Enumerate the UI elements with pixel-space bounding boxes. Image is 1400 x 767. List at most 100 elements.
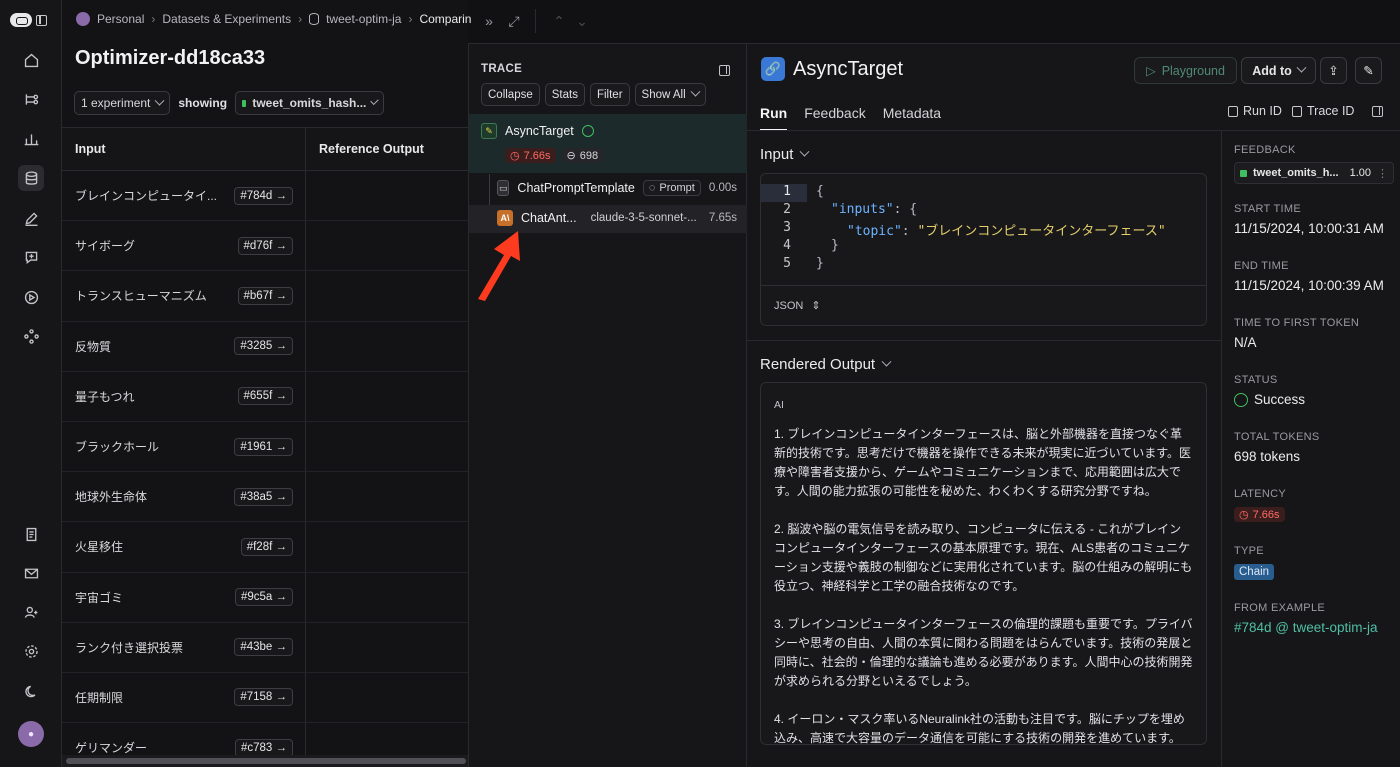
user-avatar[interactable]: ● <box>18 721 44 747</box>
latency-value: 7.66s <box>523 149 551 162</box>
add-to-button[interactable]: Add to <box>1241 57 1316 84</box>
latency-value: 7.66s <box>1252 508 1280 521</box>
run-id-button[interactable]: Run ID <box>1228 104 1282 118</box>
projects-icon[interactable] <box>18 86 44 112</box>
example-id-link[interactable]: #d76f → <box>237 236 293 255</box>
table-row[interactable]: 量子もつれ #655f → <box>62 371 468 422</box>
table-row[interactable]: ランク付き選択投票 #43be → <box>62 622 468 673</box>
arrow-right-icon: → <box>275 540 288 553</box>
table-row[interactable]: 火星移住 #f28f → <box>62 522 468 573</box>
json-punct: : <box>901 224 918 239</box>
next-run-icon[interactable]: ⌄ <box>573 12 591 30</box>
trace-id-button[interactable]: Trace ID <box>1292 104 1354 118</box>
panel-layout-icon[interactable] <box>719 65 730 76</box>
input-section-toggle[interactable]: Input <box>760 146 810 163</box>
example-id-link[interactable]: #1961 → <box>234 437 293 456</box>
arrow-right-icon: → <box>275 239 288 252</box>
filter-button[interactable]: Filter <box>589 83 630 106</box>
type-block: TYPE Chain <box>1234 545 1275 580</box>
feedback-label: FEEDBACK <box>1234 144 1296 156</box>
datasets-icon[interactable] <box>18 165 44 191</box>
annotation-icon[interactable] <box>18 205 44 231</box>
more-icon[interactable]: ⋮ <box>1377 167 1388 180</box>
deployments-icon[interactable] <box>18 323 44 349</box>
langsmith-logo[interactable] <box>10 12 50 28</box>
previous-run-icon[interactable]: ⌃ <box>550 12 568 30</box>
expand-panel-icon[interactable]: » <box>480 12 498 30</box>
table-row[interactable]: ブレインコンピュータイ... #784d → <box>62 171 468 222</box>
table-row[interactable]: 宇宙ゴミ #9c5a → <box>62 572 468 623</box>
reference-output-cell <box>306 573 468 622</box>
output-paragraph: 2. 脳波や脳の電気信号を読み取り、コンピュータに伝える - これがブレインコン… <box>774 522 1193 593</box>
format-select[interactable]: JSON ⇕ <box>761 285 1206 325</box>
mail-icon[interactable] <box>18 560 44 586</box>
arrow-right-icon: → <box>275 440 288 453</box>
table-row[interactable]: サイボーグ #d76f → <box>62 221 468 272</box>
scrollbar-thumb[interactable] <box>66 758 466 764</box>
example-id: #b67f <box>243 289 273 302</box>
playground-icon[interactable] <box>18 284 44 310</box>
example-id-link[interactable]: #38a5 → <box>234 487 293 506</box>
fullscreen-icon[interactable]: ⤢ <box>505 12 523 30</box>
add-user-icon[interactable] <box>18 599 44 625</box>
table-row[interactable]: ブラックホール #1961 → <box>62 421 468 473</box>
example-id-link[interactable]: #3285 → <box>234 337 293 356</box>
example-id-link[interactable]: #9c5a → <box>234 588 293 607</box>
column-header-reference-output[interactable]: Reference Output <box>306 128 468 170</box>
example-id-link[interactable]: #c783 → <box>234 738 293 757</box>
example-id-link[interactable]: #43be → <box>234 638 293 657</box>
output-section-toggle[interactable]: Rendered Output <box>760 356 892 373</box>
input-cell: 反物質 #3285 → <box>62 321 306 371</box>
breadcrumb-workspace[interactable]: Personal <box>97 12 144 26</box>
horizontal-scrollbar[interactable] <box>62 755 468 767</box>
settings-gear-icon[interactable] <box>18 638 44 664</box>
copy-icon <box>1228 105 1238 117</box>
code-line: "topic": "ブレインコンピュータインターフェース" <box>847 220 1166 239</box>
sidebar-toggle-icon[interactable] <box>36 14 47 26</box>
playground-button[interactable]: ▷ Playground <box>1134 57 1237 84</box>
example-id-link[interactable]: #784d → <box>234 186 293 205</box>
tab-metadata[interactable]: Metadata <box>883 105 941 121</box>
input-cell: サイボーグ #d76f → <box>62 221 306 271</box>
collapse-button[interactable]: Collapse <box>481 83 540 106</box>
table-row[interactable]: 地球外生命体 #38a5 → <box>62 472 468 523</box>
edit-button[interactable]: ✎ <box>1355 57 1382 84</box>
example-id-link[interactable]: #7158 → <box>234 688 293 707</box>
tab-feedback[interactable]: Feedback <box>804 105 865 121</box>
example-id-link[interactable]: #f28f → <box>240 537 293 556</box>
experiment-count-select[interactable]: 1 experiment <box>74 91 171 115</box>
feedback-key-select[interactable]: tweet_omits_hash... <box>235 91 385 115</box>
stats-button[interactable]: Stats <box>544 83 585 106</box>
table-row[interactable]: 反物質 #3285 → <box>62 321 468 372</box>
input-cell: 量子もつれ #655f → <box>62 371 306 421</box>
ttft-label: TIME TO FIRST TOKEN <box>1234 317 1360 329</box>
breadcrumb-section[interactable]: Datasets & Experiments <box>162 12 291 26</box>
from-example-link[interactable]: #784d @ tweet-optim-ja <box>1234 620 1378 635</box>
toggle-sidebar-icon[interactable] <box>1372 106 1383 117</box>
column-header-input[interactable]: Input <box>62 128 306 170</box>
home-icon[interactable] <box>18 47 44 73</box>
share-button[interactable]: ⇪ <box>1320 57 1347 84</box>
show-all-select[interactable]: Show All <box>634 83 706 106</box>
example-id-link[interactable]: #655f → <box>237 387 293 406</box>
showing-label: showing <box>178 96 228 110</box>
from-example-block: FROM EXAMPLE #784d @ tweet-optim-ja <box>1234 602 1378 635</box>
docs-icon[interactable] <box>18 521 44 547</box>
upload-icon: ⇪ <box>1328 64 1339 78</box>
prompts-icon[interactable] <box>18 244 44 270</box>
breadcrumb-dataset[interactable]: tweet-optim-ja <box>326 12 401 26</box>
input-text: 量子もつれ <box>75 389 135 404</box>
example-id-link[interactable]: #b67f → <box>237 286 293 305</box>
show-all-label: Show All <box>641 88 686 101</box>
tab-run[interactable]: Run <box>760 105 788 131</box>
example-id: #9c5a <box>240 591 273 604</box>
reference-output-cell <box>306 522 468 571</box>
trace-node-prompt[interactable]: ▭ ChatPromptTemplate ◌ Prompt 0.00s <box>497 180 737 196</box>
table-row[interactable]: トランスヒューマニズム #b67f → <box>62 271 468 322</box>
table-row[interactable]: 任期制限 #7158 → <box>62 672 468 724</box>
theme-moon-icon[interactable] <box>18 678 44 704</box>
examples-table: Input Reference Output ブレインコンピュータイ... #78… <box>62 127 468 767</box>
monitoring-icon[interactable] <box>18 126 44 152</box>
feedback-chip[interactable]: tweet_omits_h... 1.00 ⋮ <box>1234 162 1394 184</box>
input-code-block[interactable]: 1 2 3 4 5 { "inputs": { "topic": "ブレインコン… <box>760 173 1207 326</box>
